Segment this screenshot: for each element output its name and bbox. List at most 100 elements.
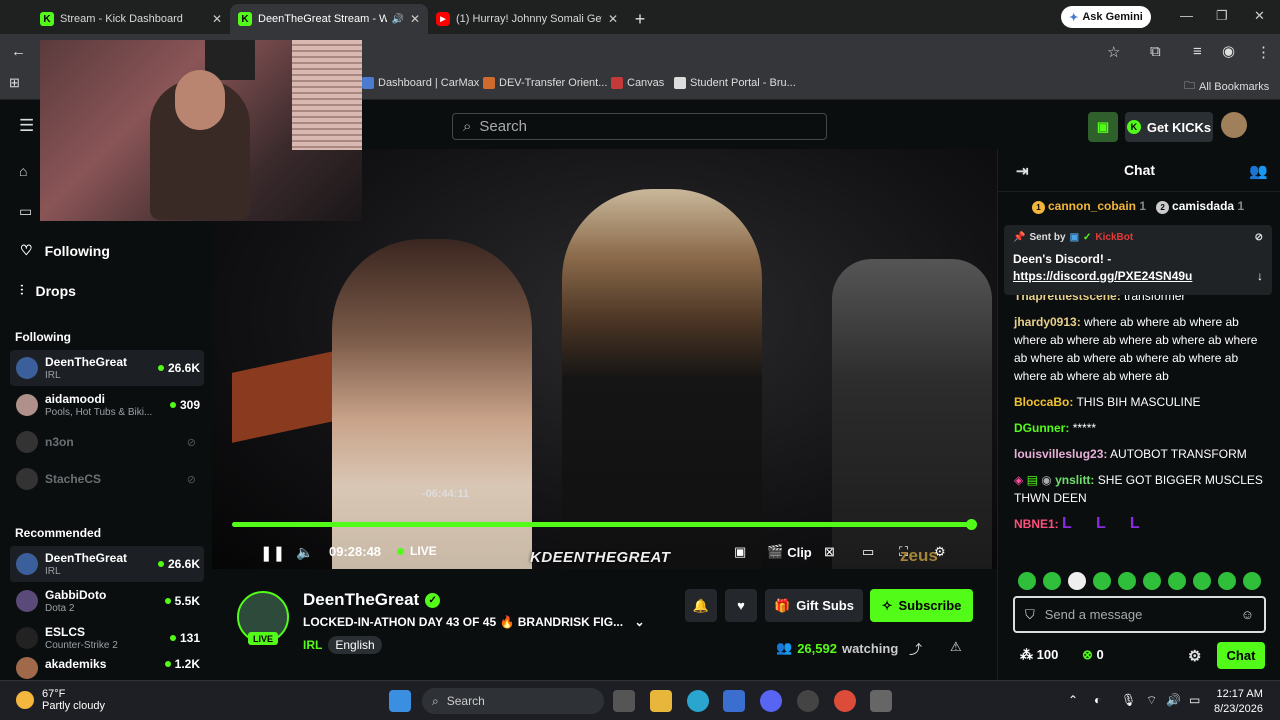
new-tab-button[interactable]: + bbox=[626, 4, 654, 34]
subscribe-button[interactable]: ✧ Subscribe bbox=[870, 589, 973, 622]
app-icon[interactable] bbox=[797, 690, 819, 712]
channel-item[interactable]: n3on ⊘ bbox=[10, 424, 204, 460]
seek-handle[interactable] bbox=[966, 519, 977, 530]
star-icon[interactable]: ☆ bbox=[1107, 43, 1120, 61]
emote-icon[interactable] bbox=[1193, 572, 1211, 590]
battery-icon[interactable]: ▭ bbox=[1189, 693, 1200, 707]
streamer-name[interactable]: DeenTheGreat bbox=[303, 590, 419, 610]
close-icon[interactable]: ✕ bbox=[410, 12, 420, 26]
follow-button[interactable]: ♥ bbox=[725, 589, 757, 622]
restore-icon[interactable]: ❐ bbox=[1216, 8, 1228, 24]
task-view-icon[interactable] bbox=[613, 690, 635, 712]
chat-message-input[interactable]: ⛉ Send a message ☺ bbox=[1013, 596, 1266, 633]
search-input[interactable]: ⌕ Search bbox=[452, 113, 827, 140]
speaker-icon[interactable]: 🔊 bbox=[391, 14, 403, 25]
bookmark-dev-transfer[interactable]: DEV-Transfer Orient... bbox=[483, 77, 607, 89]
tab-youtube[interactable]: ▶ (1) Hurray! Johnny Somali Gets ✕ bbox=[428, 4, 626, 34]
emote-icon[interactable] bbox=[1218, 572, 1236, 590]
gifter-entry[interactable]: 1 cannon_cobain 1 bbox=[1032, 199, 1146, 214]
rewards-button[interactable]: ▣ bbox=[1088, 112, 1118, 142]
close-icon[interactable]: ✕ bbox=[212, 12, 222, 26]
edge-icon[interactable] bbox=[687, 690, 709, 712]
seek-bar[interactable] bbox=[232, 519, 977, 530]
chat-username[interactable]: BloccaBo: bbox=[1014, 395, 1073, 409]
home-icon[interactable]: ⌂ bbox=[19, 163, 27, 179]
tray-chevron-icon[interactable]: ⌃ bbox=[1068, 693, 1078, 707]
hide-icon[interactable]: ⊘ bbox=[1255, 232, 1263, 243]
taskbar-search[interactable]: ⌕ Search bbox=[422, 688, 604, 714]
gifter-entry[interactable]: 2 camisdada 1 bbox=[1156, 199, 1244, 214]
chat-username[interactable]: NBNE1: bbox=[1014, 517, 1059, 531]
system-clock[interactable]: 12:17 AM 8/23/2026 bbox=[1214, 687, 1263, 717]
expand-down-icon[interactable]: ↓ bbox=[1257, 268, 1263, 285]
expand-chevron-icon[interactable]: ⌄ bbox=[634, 615, 644, 629]
kicks-balance[interactable]: ⊗ 0 bbox=[1082, 647, 1104, 663]
chat-settings-icon[interactable]: ⚙ bbox=[1188, 647, 1201, 665]
clip-button[interactable]: 🎬 Clip bbox=[767, 544, 812, 560]
chrome-icon[interactable] bbox=[834, 690, 856, 712]
emoji-icon[interactable]: ☺ bbox=[1241, 607, 1254, 622]
collapse-chat-icon[interactable]: ⇥ bbox=[1016, 162, 1029, 180]
bookmark-student-portal[interactable]: Student Portal - Bru... bbox=[674, 77, 796, 89]
chat-username[interactable]: DGunner: bbox=[1014, 421, 1069, 435]
category-link[interactable]: IRL bbox=[303, 638, 322, 652]
extensions-icon[interactable]: ⧉ bbox=[1150, 43, 1161, 60]
channel-item[interactable]: StacheCS ⊘ bbox=[10, 461, 204, 497]
microphone-icon[interactable]: 🎙 bbox=[1121, 693, 1136, 707]
send-chat-button[interactable]: Chat bbox=[1217, 642, 1265, 669]
channel-item[interactable]: DeenTheGreat IRL 26.6K bbox=[10, 546, 204, 582]
file-explorer-icon[interactable] bbox=[650, 690, 672, 712]
all-bookmarks[interactable]: 🗀 All Bookmarks bbox=[1184, 77, 1269, 96]
sidebar-item-drops[interactable]: ⫶ Drops bbox=[20, 282, 76, 299]
reading-list-icon[interactable]: ≡ bbox=[1193, 43, 1202, 60]
minimize-icon[interactable]: — bbox=[1180, 8, 1193, 23]
close-icon[interactable]: ✕ bbox=[608, 12, 618, 26]
emote-icon[interactable] bbox=[1143, 572, 1161, 590]
chat-users-icon[interactable]: 👥 bbox=[1249, 162, 1268, 180]
back-icon[interactable]: ← bbox=[11, 43, 26, 60]
apps-grid-icon[interactable]: ⊞ bbox=[9, 75, 20, 91]
language-tag[interactable]: English bbox=[328, 636, 382, 654]
emote-icon[interactable] bbox=[1168, 572, 1186, 590]
profile-icon[interactable]: ◉ bbox=[1222, 42, 1235, 60]
emote-icon[interactable] bbox=[1118, 572, 1136, 590]
share-icon[interactable]: ⤴ bbox=[909, 639, 922, 658]
bookmark-carmax[interactable]: Dashboard | CarMax bbox=[362, 77, 479, 89]
wifi-icon[interactable]: ⌔ bbox=[1146, 693, 1157, 708]
get-kicks-button[interactable]: K Get KICKs bbox=[1125, 112, 1213, 142]
volume-icon[interactable]: 🔊 bbox=[1166, 693, 1181, 707]
emote-icon[interactable] bbox=[1018, 572, 1036, 590]
chat-username[interactable]: jhardy0913: bbox=[1014, 315, 1081, 329]
windows-start-icon[interactable] bbox=[389, 690, 411, 712]
channel-item[interactable]: DeenTheGreat IRL 26.6K bbox=[10, 350, 204, 386]
tray-app-icon[interactable]: ◐ bbox=[1094, 693, 1101, 707]
tab-deenthegreat-stream[interactable]: K DeenTheGreat Stream - Wa 🔊 ✕ bbox=[230, 4, 428, 34]
window-close-icon[interactable]: ✕ bbox=[1254, 8, 1265, 24]
menu-dots-icon[interactable]: ⋮ bbox=[1256, 43, 1271, 61]
volume-icon[interactable]: 🔈 bbox=[296, 544, 313, 561]
channel-item[interactable]: ESLCS Counter-Strike 2 131 bbox=[10, 620, 204, 656]
discord-icon[interactable] bbox=[760, 690, 782, 712]
emote-icon[interactable] bbox=[1068, 572, 1086, 590]
emote-icon[interactable] bbox=[1093, 572, 1111, 590]
channel-item[interactable]: GabbiDoto Dota 2 5.5K bbox=[10, 583, 204, 619]
report-icon[interactable]: ⚠ bbox=[950, 639, 962, 655]
weather-widget[interactable]: 67°F Partly cloudy bbox=[16, 688, 105, 712]
theater-mode-icon[interactable]: ▣ bbox=[734, 544, 746, 560]
channel-points[interactable]: ⁂ 100 bbox=[1020, 647, 1058, 663]
browse-icon[interactable]: ▭ bbox=[19, 203, 32, 220]
ask-gemini-button[interactable]: ✦ Ask Gemini bbox=[1061, 6, 1151, 28]
chat-username[interactable]: ynslitt: bbox=[1055, 473, 1094, 487]
overlay-toggle-icon[interactable]: ⊠ bbox=[824, 544, 835, 560]
tab-kick-dashboard[interactable]: K Stream - Kick Dashboard ✕ bbox=[32, 4, 230, 34]
bookmark-canvas[interactable]: Canvas bbox=[611, 77, 664, 89]
pinned-message[interactable]: 📌 Sent by ▣ ✓ KickBot ⊘ Deen's Discord! … bbox=[1004, 225, 1272, 295]
channel-item[interactable]: aidamoodi Pools, Hot Tubs & Biki... 309 bbox=[10, 387, 204, 423]
hamburger-menu-icon[interactable]: ☰ bbox=[19, 116, 34, 136]
store-icon[interactable] bbox=[723, 690, 745, 712]
miniplayer-icon[interactable]: ▭ bbox=[862, 544, 874, 560]
app-icon[interactable] bbox=[870, 690, 892, 712]
channel-item[interactable]: akademiks 1.2K bbox=[10, 657, 204, 681]
user-avatar[interactable] bbox=[1221, 112, 1247, 138]
pause-button[interactable]: ❚❚ bbox=[260, 544, 285, 562]
